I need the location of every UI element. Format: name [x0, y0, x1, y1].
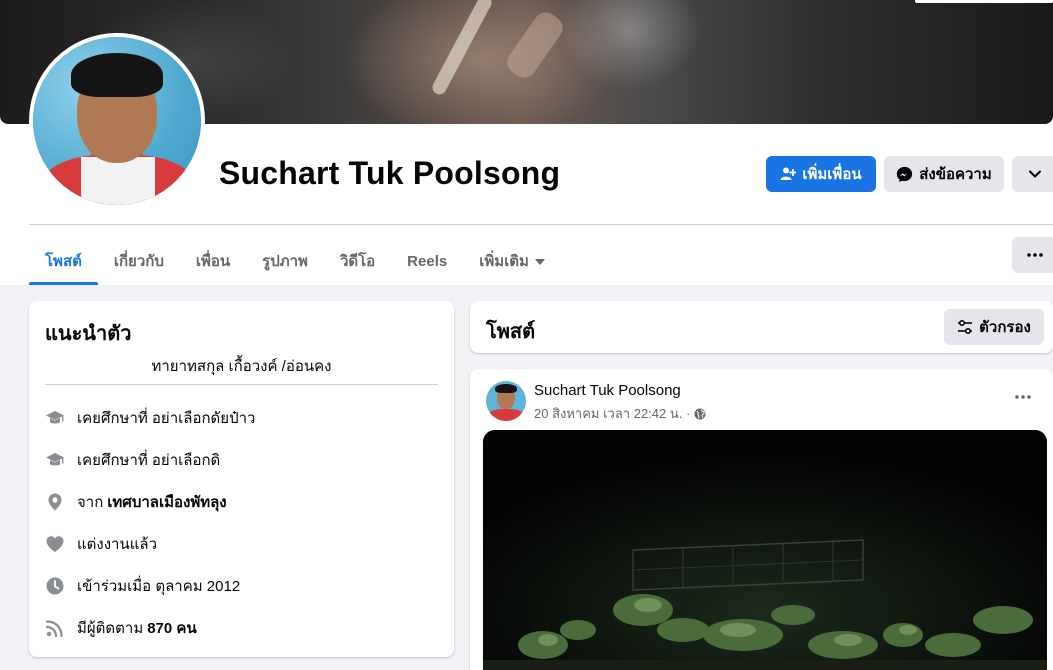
add-friend-icon	[780, 167, 797, 180]
graduation-cap-icon	[45, 450, 65, 470]
posts-title: โพสต์	[486, 321, 536, 343]
filter-button[interactable]: ตัวกรอง	[944, 309, 1044, 345]
bio-divider	[45, 384, 438, 385]
filter-label: ตัวกรอง	[979, 319, 1031, 336]
profile-options-button[interactable]	[1012, 237, 1053, 273]
filter-sliders-icon	[958, 319, 973, 335]
add-friend-button[interactable]: เพิ่มเพื่อน	[766, 156, 876, 192]
tab-label: เพิ่มเติม	[479, 253, 529, 270]
intro-item-text: เข้าร่วมเมื่อ ตุลาคม 2012	[77, 578, 241, 595]
tab-label: Reels	[407, 252, 448, 270]
tab-label: โพสต์	[45, 253, 82, 270]
tab-videos[interactable]: วิดีโอ	[324, 237, 391, 285]
more-actions-button[interactable]	[1012, 156, 1053, 192]
night-field-image	[483, 430, 1047, 670]
profile-tabs: โพสต์ เกี่ยวกับ เพื่อน รูปภาพ วิดีโอ Ree…	[29, 237, 561, 285]
intro-title: แนะนำตัว	[45, 323, 132, 345]
tab-label: รูปภาพ	[262, 253, 308, 270]
tab-friends[interactable]: เพื่อน	[180, 237, 246, 285]
post-photo[interactable]	[483, 430, 1047, 670]
heart-icon	[45, 534, 65, 554]
followers-count[interactable]: 870 คน	[147, 616, 196, 640]
post-author-avatar[interactable]	[486, 381, 526, 421]
more-horizontal-icon	[1027, 253, 1043, 257]
tab-label: เพื่อน	[195, 253, 231, 270]
chevron-down-icon	[1029, 170, 1041, 178]
globe-icon	[694, 408, 706, 419]
profile-picture[interactable]	[29, 33, 205, 209]
location-pin-icon	[45, 492, 65, 512]
intro-followers: มีผู้ติดตาม 870 คน	[45, 616, 197, 640]
posts-header-card: โพสต์ ตัวกรอง	[470, 301, 1053, 353]
header-divider	[29, 224, 1053, 225]
intro-relationship: แต่งงานแล้ว	[45, 532, 157, 556]
post-card: Suchart Tuk Poolsong 20 สิงหาคม เวลา 22:…	[470, 369, 1053, 670]
message-button[interactable]: ส่งข้อความ	[884, 156, 1004, 192]
intro-item-text: เคยศึกษาที่ อย่าเลือกดิ	[77, 452, 221, 469]
tab-reels[interactable]: Reels	[391, 237, 463, 285]
profile-name: Suchart Tuk Poolsong	[219, 155, 561, 191]
intro-hometown: จาก เทศบาลเมืองพัทลุง	[45, 490, 227, 514]
edit-cover-button-edge	[915, 0, 1053, 3]
tab-more[interactable]: เพิ่มเติม	[463, 237, 561, 285]
post-options-button[interactable]	[1009, 387, 1037, 407]
intro-joined: เข้าร่วมเมื่อ ตุลาคม 2012	[45, 574, 240, 598]
message-label: ส่งข้อความ	[919, 166, 992, 183]
tab-label: วิดีโอ	[339, 253, 376, 270]
more-horizontal-icon	[1015, 395, 1031, 399]
tab-photos[interactable]: รูปภาพ	[246, 237, 324, 285]
graduation-cap-icon	[45, 408, 65, 428]
intro-item-text: จาก	[77, 494, 104, 511]
intro-item-text: มีผู้ติดตาม	[77, 620, 144, 637]
messenger-icon	[897, 166, 913, 182]
intro-education-2: เคยศึกษาที่ อย่าเลือกดิ	[45, 448, 220, 472]
post-timestamp[interactable]: 20 สิงหาคม เวลา 22:42 น. ·	[534, 403, 690, 424]
tab-posts[interactable]: โพสต์	[29, 237, 98, 285]
clock-icon	[45, 576, 65, 596]
intro-item-text: แต่งงานแล้ว	[77, 536, 158, 553]
post-author-name[interactable]: Suchart Tuk Poolsong	[534, 382, 681, 399]
intro-education-1: เคยศึกษาที่ อย่าเลือกดัยป๋าว	[45, 406, 255, 430]
rss-icon	[45, 618, 65, 638]
caret-down-icon	[534, 259, 545, 265]
intro-bio: ทายาทสกุล เกื้อวงค์ /อ่อนคง	[151, 358, 332, 375]
tab-about[interactable]: เกี่ยวกับ	[98, 237, 180, 285]
hometown-link[interactable]: เทศบาลเมืองพัทลุง	[107, 490, 226, 514]
intro-card: แนะนำตัว ทายาทสกุล เกื้อวงค์ /อ่อนคง เคย…	[29, 301, 454, 657]
post-meta: 20 สิงหาคม เวลา 22:42 น. ·	[534, 403, 706, 424]
tab-label: เกี่ยวกับ	[113, 253, 164, 270]
add-friend-label: เพิ่มเพื่อน	[802, 166, 862, 183]
intro-item-text: เคยศึกษาที่ อย่าเลือกดัยป๋าว	[77, 410, 256, 427]
